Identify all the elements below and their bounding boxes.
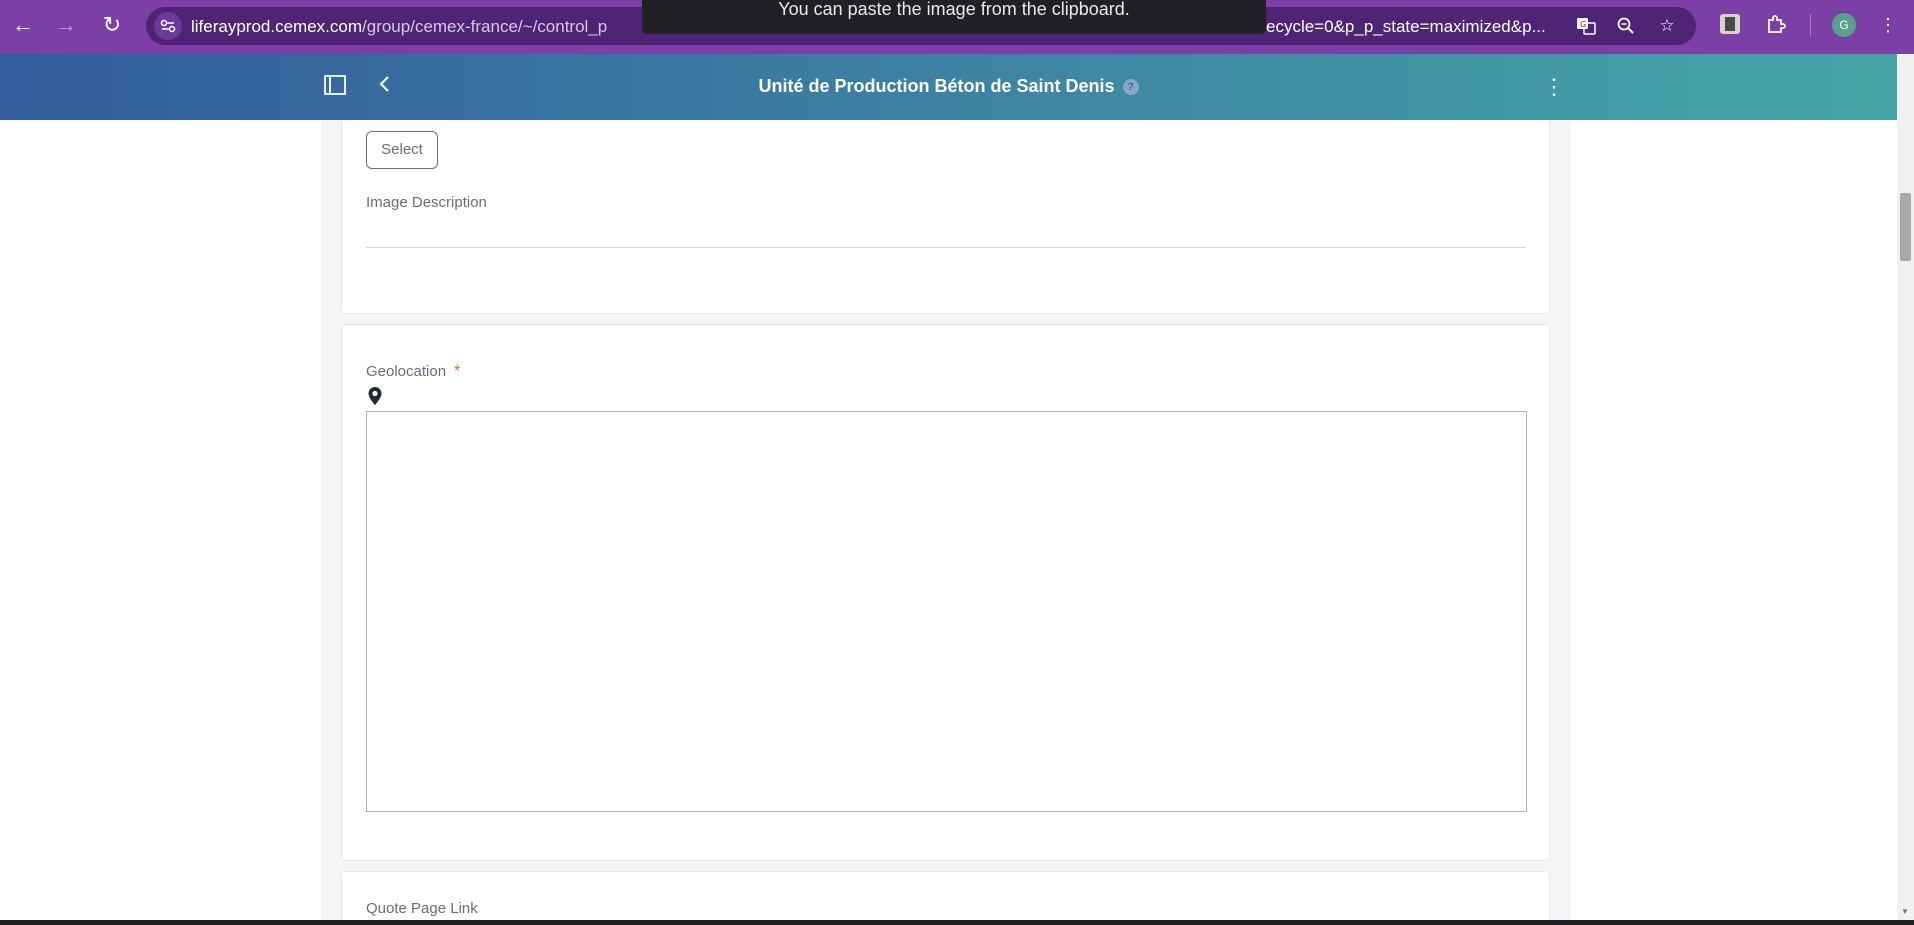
site-info-icon[interactable]: [154, 12, 182, 40]
toolbar-divider: [1810, 14, 1811, 36]
back-icon[interactable]: ←: [8, 10, 38, 40]
url-path: /group/cemex-france/~/control_p: [362, 17, 608, 36]
translate-icon[interactable]: G: [1576, 16, 1596, 36]
geolocation-panel: Geolocation *: [341, 324, 1550, 861]
image-description-label: Image Description: [366, 194, 487, 211]
page-title-text: Unité de Production Béton de Saint Denis: [758, 76, 1115, 96]
page-title: Unité de Production Béton de Saint Denis…: [0, 76, 1897, 97]
zoom-icon[interactable]: [1616, 16, 1636, 36]
scroll-down-arrow-icon[interactable]: ▼: [1901, 907, 1909, 916]
kebab-menu-icon[interactable]: ⋮: [1876, 13, 1900, 37]
geolocation-label-text: Geolocation: [366, 363, 447, 380]
map-pin-icon[interactable]: [367, 386, 383, 406]
page-content: Select Image Description Geolocation * Qu…: [0, 120, 1897, 920]
puzzle-icon[interactable]: [1764, 13, 1788, 37]
os-taskbar: [0, 920, 1914, 925]
app-header: Unité de Production Béton de Saint Denis…: [0, 54, 1897, 120]
forward-icon[interactable]: →: [51, 10, 81, 40]
star-icon[interactable]: ☆: [1657, 16, 1677, 36]
required-marker: *: [454, 363, 461, 380]
clipboard-toast: You can paste the image from the clipboa…: [642, 0, 1266, 34]
quote-page-link-label: Quote Page Link: [366, 900, 478, 917]
geolocation-map[interactable]: [366, 411, 1527, 812]
url-text: liferayprod.cemex.com/group/cemex-france…: [191, 17, 607, 37]
quote-page-link-panel: Quote Page Link: [341, 871, 1550, 920]
url-host: liferayprod.cemex.com: [191, 17, 363, 36]
select-image-button[interactable]: Select: [366, 131, 438, 169]
options-menu-icon[interactable]: ⋮: [1541, 74, 1567, 100]
svg-text:G: G: [1580, 20, 1586, 29]
image-panel: Select Image Description: [341, 120, 1550, 314]
help-icon[interactable]: ?: [1122, 79, 1139, 96]
geolocation-label: Geolocation *: [366, 363, 460, 381]
reload-icon[interactable]: ↻: [97, 10, 127, 40]
scrollbar-thumb[interactable]: [1900, 193, 1911, 261]
url-tail: ecycle=0&p_p_state=maximized&p...: [1266, 17, 1546, 36]
image-description-input[interactable]: [366, 247, 1526, 248]
extension-avatar-icon[interactable]: [1718, 13, 1742, 37]
profile-avatar[interactable]: G: [1832, 13, 1856, 37]
page-scrollbar[interactable]: ▼: [1897, 54, 1914, 920]
